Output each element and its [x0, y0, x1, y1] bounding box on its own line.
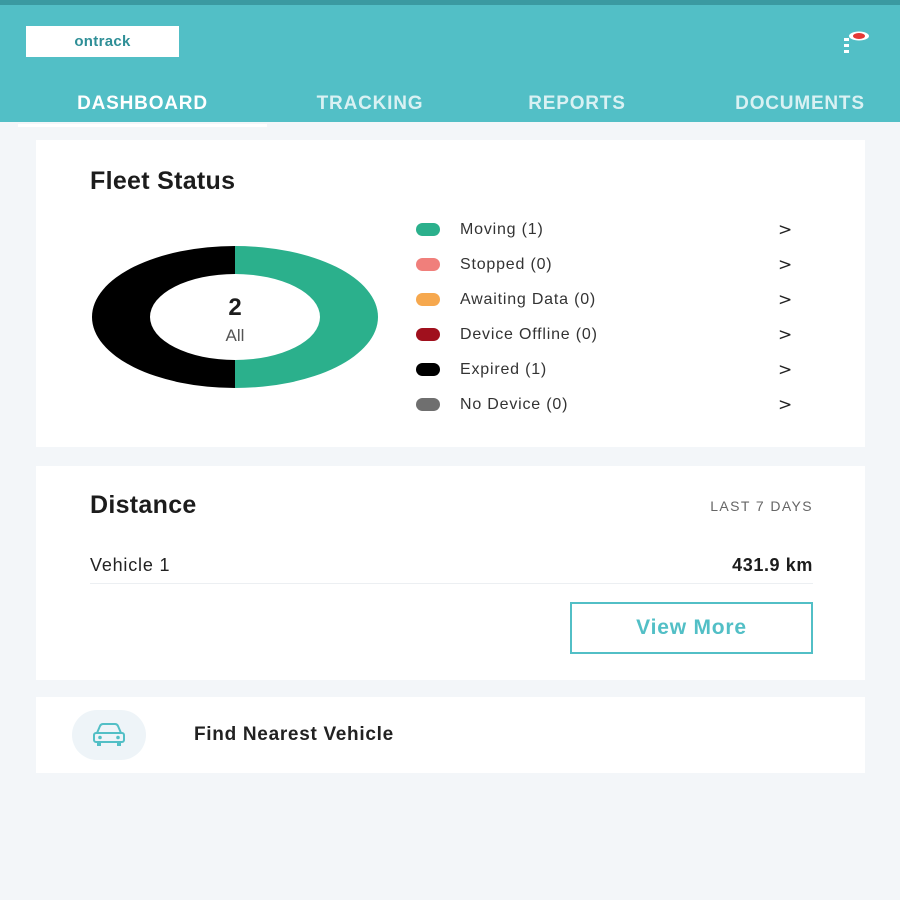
status-dot [416, 223, 440, 236]
fleet-legend: Moving (1) > Stopped (0) > Awaiting Data… [416, 212, 836, 422]
logo-text: ontrack [74, 33, 131, 50]
find-nearest-label: Find Nearest Vehicle [194, 724, 394, 745]
tab-bar: DASHBOARD TRACKING REPORTS DOCUMENTS [0, 81, 900, 127]
status-dot [416, 363, 440, 376]
status-dot [416, 258, 440, 271]
chevron-right-icon: > [778, 394, 793, 415]
chevron-right-icon: > [778, 324, 793, 345]
vehicle-distance: 431.9 km [732, 555, 813, 575]
legend-item-moving[interactable]: Moving (1) > [416, 212, 836, 247]
legend-label: Awaiting Data (0) [460, 290, 597, 308]
legend-item-no-device[interactable]: No Device (0) > [416, 387, 836, 422]
legend-label: Moving (1) [460, 220, 544, 238]
legend-label: Device Offline (0) [460, 325, 598, 343]
tab-reports[interactable]: REPORTS [492, 81, 662, 127]
legend-label: Expired (1) [460, 360, 548, 378]
legend-item-device-offline[interactable]: Device Offline (0) > [416, 317, 836, 352]
legend-item-stopped[interactable]: Stopped (0) > [416, 247, 836, 282]
find-nearest-vehicle-button[interactable]: Find Nearest Vehicle [36, 697, 865, 773]
legend-item-awaiting-data[interactable]: Awaiting Data (0) > [416, 282, 836, 317]
donut-total-label: All [225, 326, 245, 345]
legend-label: No Device (0) [460, 395, 569, 413]
view-more-button[interactable]: View More [570, 602, 813, 654]
app-header: ontrack DASHBOARD TRACKING REPORTS DOCUM… [0, 0, 900, 127]
status-dot [416, 328, 440, 341]
distance-card: Distance LAST 7 DAYS Vehicle 1 431.9 km … [36, 466, 865, 680]
chevron-right-icon: > [778, 219, 793, 240]
chevron-right-icon: > [778, 289, 793, 310]
vehicle-name: Vehicle 1 [90, 555, 171, 575]
fleet-status-title: Fleet Status [90, 167, 236, 195]
fleet-donut-chart: 2 All [92, 246, 378, 388]
chevron-right-icon: > [778, 359, 793, 380]
tab-dashboard[interactable]: DASHBOARD [18, 81, 267, 127]
status-dot [416, 398, 440, 411]
tab-tracking[interactable]: TRACKING [280, 81, 460, 127]
distance-title: Distance [90, 491, 197, 519]
period-label: LAST 7 DAYS [710, 498, 813, 514]
logo: ontrack [26, 26, 179, 57]
fleet-status-card: Fleet Status 2 All Moving (1) > Stopped … [36, 140, 865, 447]
status-dot [416, 293, 440, 306]
notification-dot [853, 33, 865, 39]
tab-documents[interactable]: DOCUMENTS [700, 81, 900, 127]
chevron-right-icon: > [778, 254, 793, 275]
menu-dots-icon[interactable] [840, 29, 876, 59]
legend-label: Stopped (0) [460, 255, 553, 273]
list-item[interactable]: Vehicle 1 431.9 km [90, 548, 813, 584]
active-tab-indicator [18, 124, 267, 127]
legend-item-expired[interactable]: Expired (1) > [416, 352, 836, 387]
donut-total: 2 [228, 294, 242, 321]
car-icon [72, 710, 146, 760]
